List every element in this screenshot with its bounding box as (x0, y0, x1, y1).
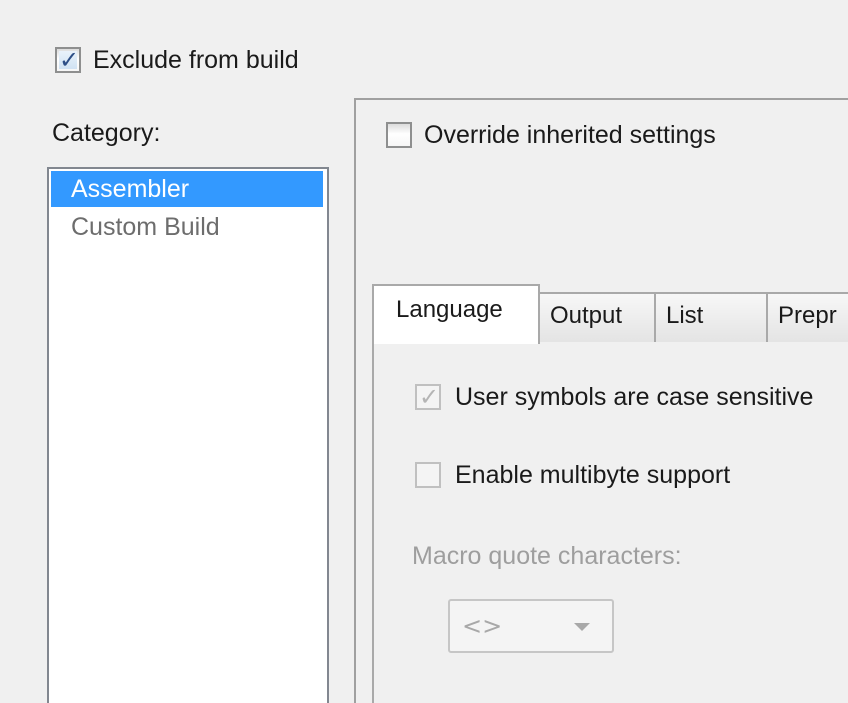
case-sensitive-checkbox[interactable]: ✓ (415, 384, 441, 410)
tab-language[interactable]: Language (372, 284, 540, 344)
multibyte-support-label[interactable]: Enable multibyte support (455, 461, 730, 489)
macro-quote-select[interactable]: <> (448, 599, 614, 653)
options-dialog: ✓ Exclude from build Category: Assembler… (0, 0, 848, 703)
category-listbox[interactable]: Assembler Custom Build (47, 167, 329, 703)
exclude-from-build-label[interactable]: Exclude from build (93, 46, 299, 74)
override-inherited-label[interactable]: Override inherited settings (424, 121, 716, 149)
chevron-down-icon (574, 623, 590, 631)
tab-output[interactable]: Output (538, 292, 656, 342)
tab-strip: Language Output List Prepr (372, 284, 848, 344)
checkmark-icon: ✓ (419, 383, 440, 411)
tab-preprocessor[interactable]: Prepr (766, 292, 848, 342)
tab-list[interactable]: List (654, 292, 768, 342)
case-sensitive-label[interactable]: User symbols are case sensitive (455, 383, 813, 411)
multibyte-support-checkbox[interactable] (415, 462, 441, 488)
macro-quote-label: Macro quote characters: (412, 542, 682, 570)
override-inherited-checkbox[interactable] (386, 122, 412, 148)
exclude-from-build-checkbox[interactable]: ✓ (55, 47, 81, 73)
category-item-assembler[interactable]: Assembler (51, 171, 323, 207)
category-item-custom-build[interactable]: Custom Build (51, 209, 323, 245)
macro-quote-value: <> (462, 612, 503, 640)
category-label: Category: (52, 119, 161, 147)
checkmark-icon: ✓ (59, 46, 80, 74)
